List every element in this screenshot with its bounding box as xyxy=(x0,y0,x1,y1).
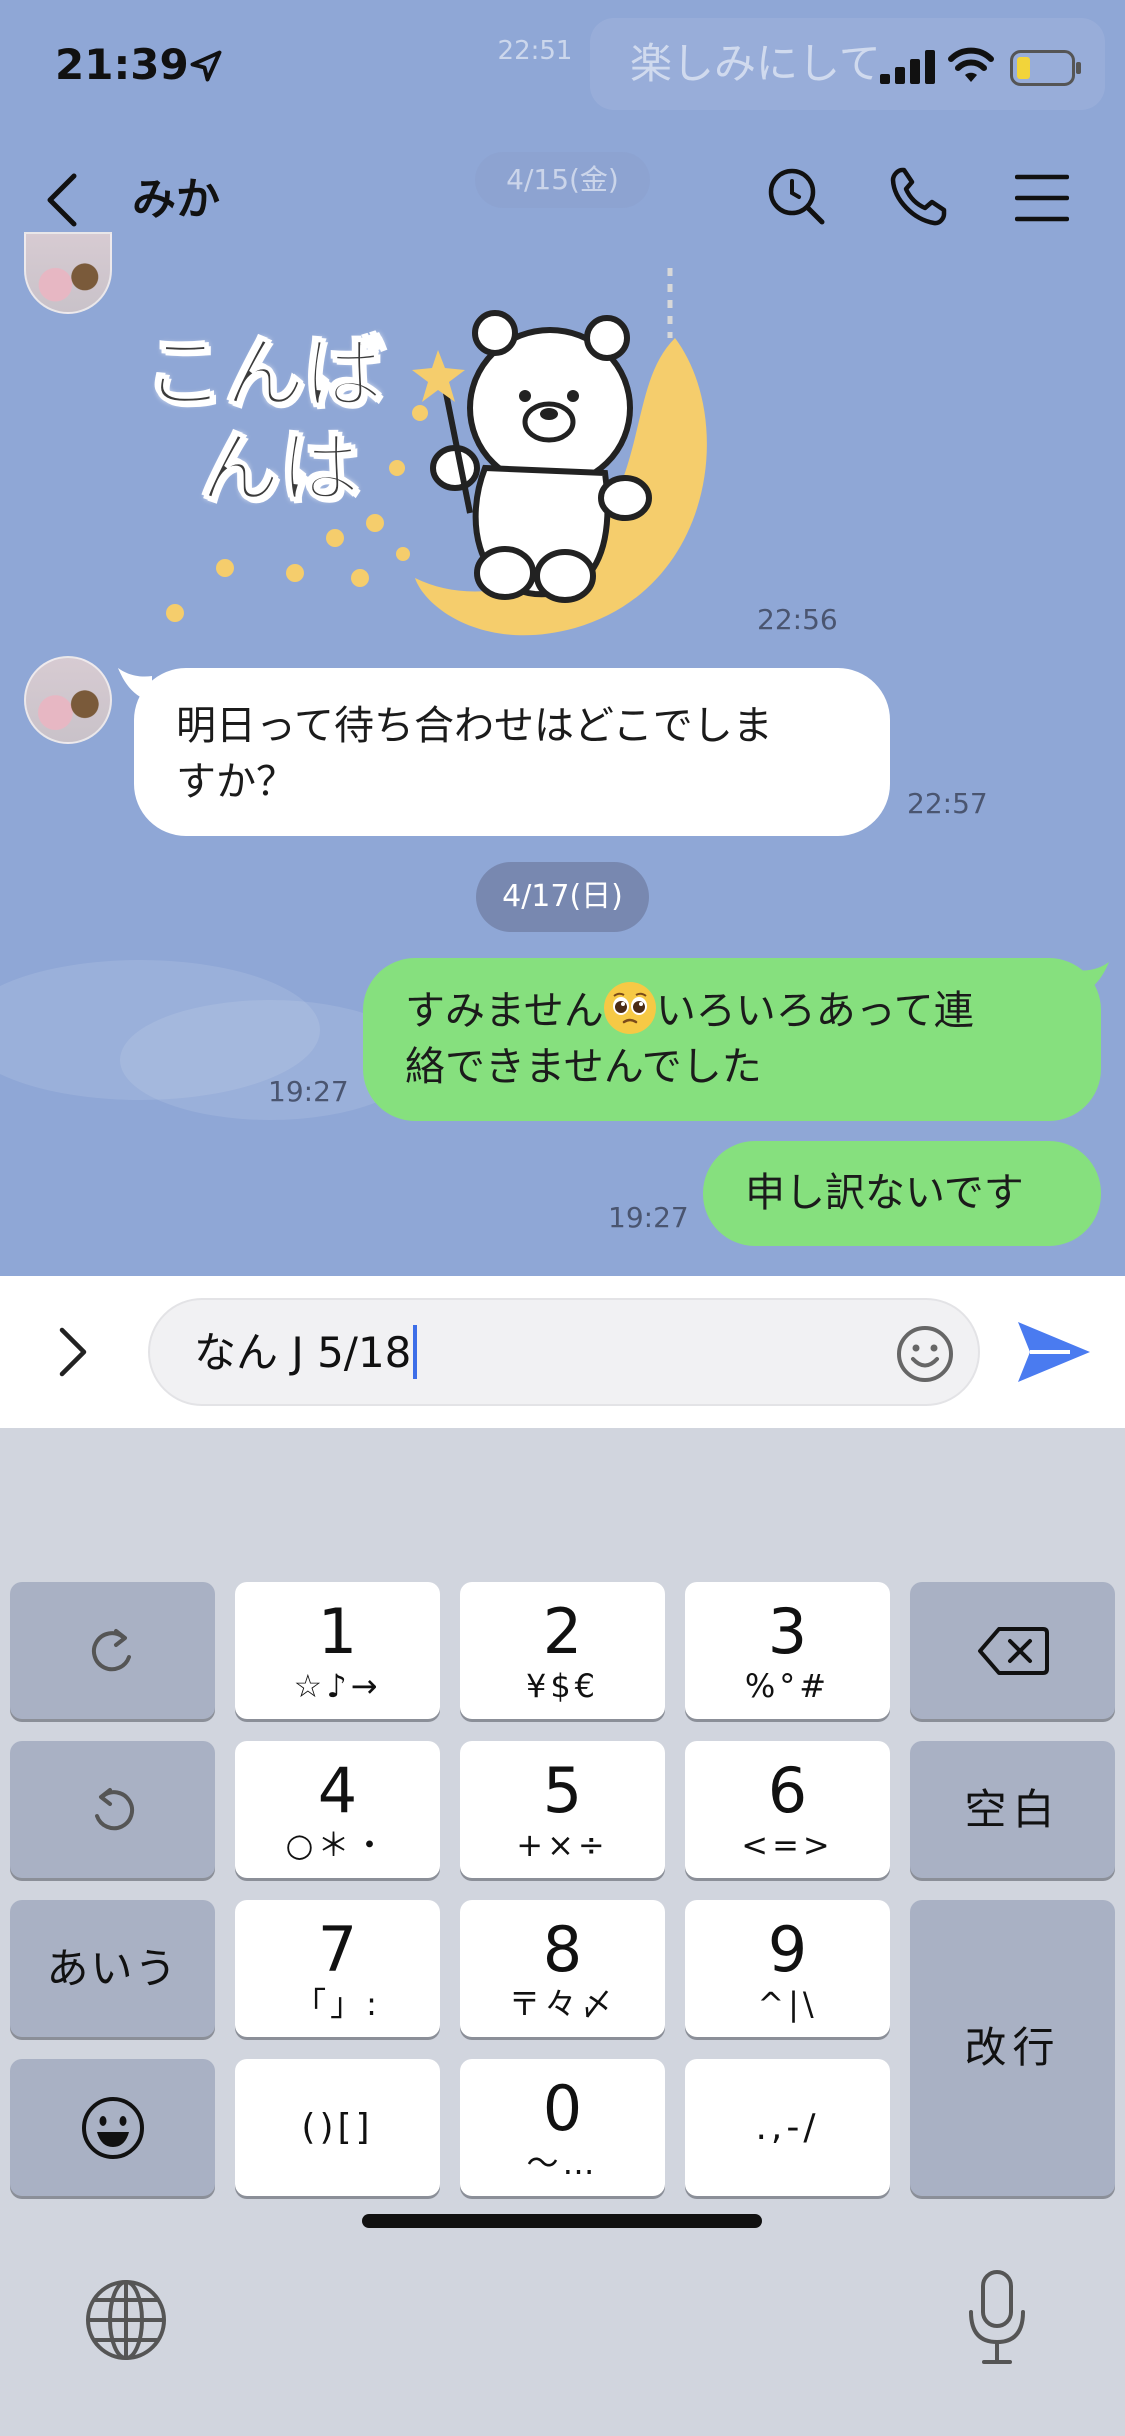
backspace-icon xyxy=(977,1626,1049,1675)
key-main: 3 xyxy=(767,1594,808,1668)
home-indicator[interactable] xyxy=(362,2214,762,2228)
faded-date: 4/15(金) xyxy=(475,152,650,208)
sticker-text-line1: こんば xyxy=(144,327,386,421)
sticker-goodevening[interactable]: こんば んは xyxy=(135,258,735,638)
location-arrow-icon xyxy=(190,50,222,82)
key-3[interactable]: 3 %°# xyxy=(685,1582,890,1719)
message-text: 絡できませんでした xyxy=(405,1044,762,1090)
brackets-key[interactable]: ()[] xyxy=(235,2059,440,2196)
key-7[interactable]: 7 「」: xyxy=(235,1900,440,2037)
key-main: ()[] xyxy=(301,2106,374,2148)
faded-time: 22:51 xyxy=(497,36,573,66)
sticker-text-line2: んは xyxy=(199,422,361,516)
contact-avatar[interactable] xyxy=(24,232,112,314)
message-input[interactable]: なん J 5/18 xyxy=(148,1298,980,1406)
message-text: いろいろあって連 xyxy=(655,988,974,1034)
key-sub: ^|\ xyxy=(757,1984,818,2023)
message-timestamp: 19:27 xyxy=(268,1075,349,1108)
search-history-icon[interactable] xyxy=(766,166,826,226)
key-sub: +×÷ xyxy=(516,1825,609,1864)
message-timestamp: 22:56 xyxy=(757,603,838,636)
key-4[interactable]: 4 ○＊・ xyxy=(235,1741,440,1878)
chat-title: みか xyxy=(132,174,220,225)
key-sub: %°# xyxy=(744,1666,831,1705)
send-icon[interactable] xyxy=(1016,1318,1092,1386)
message-text: 明日って待ち合わせはどこでしま xyxy=(176,703,773,749)
expand-chevron-icon[interactable] xyxy=(52,1322,92,1382)
redo-arrow-icon xyxy=(91,1628,131,1671)
date-divider: 4/17(日) xyxy=(476,862,649,932)
key-label: あいう xyxy=(46,1943,179,1993)
key-sub: ○＊・ xyxy=(285,1825,390,1864)
punctuation-key[interactable]: .,-/ xyxy=(685,2059,890,2196)
key-main: 8 xyxy=(542,1912,583,1986)
contact-avatar[interactable] xyxy=(24,656,112,744)
key-sub: 〜… xyxy=(526,2143,599,2182)
battery-icon xyxy=(1010,50,1081,86)
key-sub: <=> xyxy=(741,1825,834,1864)
key-5[interactable]: 5 +×÷ xyxy=(460,1741,665,1878)
message-input-text: なん J 5/18 xyxy=(194,1328,412,1377)
return-key[interactable]: 改行 xyxy=(910,1900,1115,2196)
key-main: 4 xyxy=(317,1753,358,1827)
menu-icon[interactable] xyxy=(1015,172,1069,224)
emoji-key[interactable] xyxy=(10,2059,215,2196)
kana-mode-key[interactable]: あいう xyxy=(10,1900,215,2037)
emoji-face-icon xyxy=(81,2096,144,2159)
message-text: すか？ xyxy=(176,759,296,805)
pleading-face-emoji-icon xyxy=(603,982,656,1034)
message-text: すみません xyxy=(405,988,604,1034)
key-1[interactable]: 1 ☆♪→ xyxy=(235,1582,440,1719)
key-sub: 「」: xyxy=(294,1984,381,2023)
key-2[interactable]: 2 ¥$€ xyxy=(460,1582,665,1719)
redo-key[interactable] xyxy=(10,1582,215,1719)
key-sub: ☆♪→ xyxy=(293,1666,382,1705)
key-label: 改行 xyxy=(964,2023,1061,2072)
key-main: .,-/ xyxy=(755,2106,820,2148)
message-timestamp: 22:57 xyxy=(907,787,988,820)
incoming-message-bubble[interactable]: 明日って待ち合わせはどこでしま すか？ xyxy=(134,668,890,836)
key-main: 2 xyxy=(542,1594,583,1668)
message-input-bar: なん J 5/18 xyxy=(0,1276,1125,1428)
outgoing-message-bubble[interactable]: すみません いろいろあって連 絡できませんでした xyxy=(363,958,1101,1121)
wifi-icon xyxy=(948,47,994,82)
key-0[interactable]: 0 〜… xyxy=(460,2059,665,2196)
key-main: 9 xyxy=(767,1912,808,1986)
delete-key[interactable] xyxy=(910,1582,1115,1719)
key-sub: 〒々〆 xyxy=(508,1984,617,2023)
text-caret xyxy=(413,1325,418,1379)
back-chevron-icon[interactable] xyxy=(40,168,88,232)
undo-key[interactable] xyxy=(10,1741,215,1878)
key-main: 6 xyxy=(767,1753,808,1827)
key-8[interactable]: 8 〒々〆 xyxy=(460,1900,665,2037)
key-main: 5 xyxy=(542,1753,583,1827)
key-9[interactable]: 9 ^|\ xyxy=(685,1900,890,2037)
key-main: 7 xyxy=(317,1912,358,1986)
globe-icon[interactable] xyxy=(84,2278,168,2362)
key-sub: ¥$€ xyxy=(525,1666,600,1705)
chat-area: 楽しみにして 22:51 4/15(金) 21:39 みか こんば んは 22:… xyxy=(0,0,1125,1276)
emoji-picker-icon[interactable] xyxy=(895,1324,955,1384)
undo-arrow-icon xyxy=(94,1787,134,1830)
cellular-signal-icon xyxy=(880,50,935,84)
key-main: 0 xyxy=(542,2071,583,2145)
space-key[interactable]: 空白 xyxy=(910,1741,1115,1878)
status-time: 21:39 xyxy=(55,40,189,89)
message-timestamp: 19:27 xyxy=(608,1201,689,1234)
key-main: 1 xyxy=(317,1594,358,1668)
outgoing-message-bubble[interactable]: 申し訳ないです xyxy=(703,1141,1101,1246)
key-label: 空白 xyxy=(964,1784,1061,1834)
message-text: 申し訳ないです xyxy=(745,1170,1024,1216)
microphone-icon[interactable] xyxy=(964,2268,1030,2368)
key-6[interactable]: 6 <=> xyxy=(685,1741,890,1878)
phone-icon[interactable] xyxy=(888,166,948,228)
